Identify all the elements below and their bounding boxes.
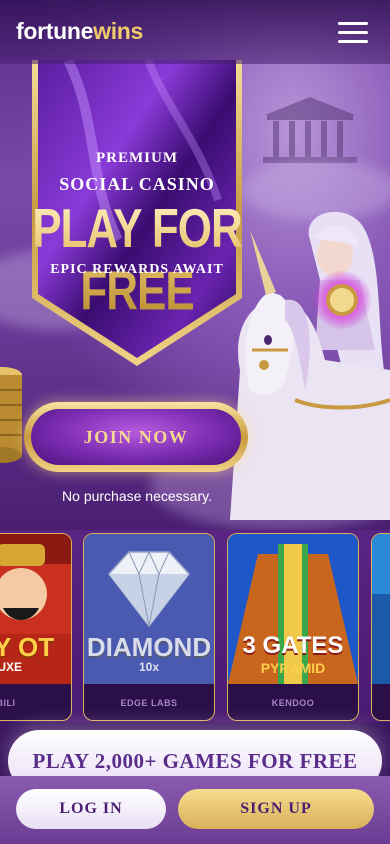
game-title: NEY OT: [0, 632, 55, 662]
game-provider: KENDOO: [271, 698, 315, 708]
signup-button[interactable]: SIGN UP: [178, 789, 374, 829]
social-casino-label: SOCIAL CASINO: [59, 174, 215, 194]
login-button[interactable]: LOG IN: [16, 789, 166, 829]
app-header: fortunewins: [0, 0, 390, 64]
brand-logo[interactable]: fortunewins: [16, 18, 143, 45]
join-now-button-inner: JOIN NOW: [31, 409, 241, 465]
logo-text-wins: wins: [93, 18, 144, 44]
temple-silhouette: [263, 97, 357, 163]
game-provider: BILI: [0, 698, 16, 708]
game-thumbnail-partial: [372, 534, 390, 684]
hero-banner: PREMIUM SOCIAL CASINO PLAY FOR FREE EPIC…: [28, 60, 246, 370]
game-card-partial[interactable]: [371, 533, 390, 721]
game-card[interactable]: 3 GATES PYRAMID KENDOO: [227, 533, 359, 721]
game-subtitle: PYRAMID: [260, 660, 326, 676]
game-provider: EDGE LABS: [120, 698, 178, 708]
game-title: 3 GATES: [242, 632, 344, 659]
play-for-free-heading: PLAY FOR FREE: [28, 198, 246, 323]
game-title: DIAMOND: [86, 632, 212, 662]
join-now-label: JOIN NOW: [83, 426, 189, 447]
game-card[interactable]: DIAMOND 10x EDGE LABS: [83, 533, 215, 721]
game-subtitle: LUXE: [0, 660, 22, 674]
games-carousel[interactable]: NEY OT LUXE BILI DIAMOND 10x EDGE LABS 3…: [0, 530, 390, 722]
premium-label: PREMIUM: [96, 150, 178, 166]
epic-rewards-label: EPIC REWARDS AWAIT: [50, 262, 224, 277]
gold-coins-stack: [0, 367, 22, 463]
game-subtitle: 10x: [138, 660, 160, 674]
auth-footer: LOG IN SIGN UP: [0, 776, 390, 844]
hamburger-menu-icon[interactable]: [338, 22, 368, 44]
join-now-button[interactable]: JOIN NOW: [24, 402, 248, 472]
promo-label: PLAY 2,000+ GAMES FOR FREE: [32, 748, 358, 773]
no-purchase-note: No purchase necessary.: [62, 488, 212, 504]
game-card[interactable]: NEY OT LUXE BILI: [0, 533, 72, 721]
logo-text-fortune: fortune: [16, 18, 94, 44]
